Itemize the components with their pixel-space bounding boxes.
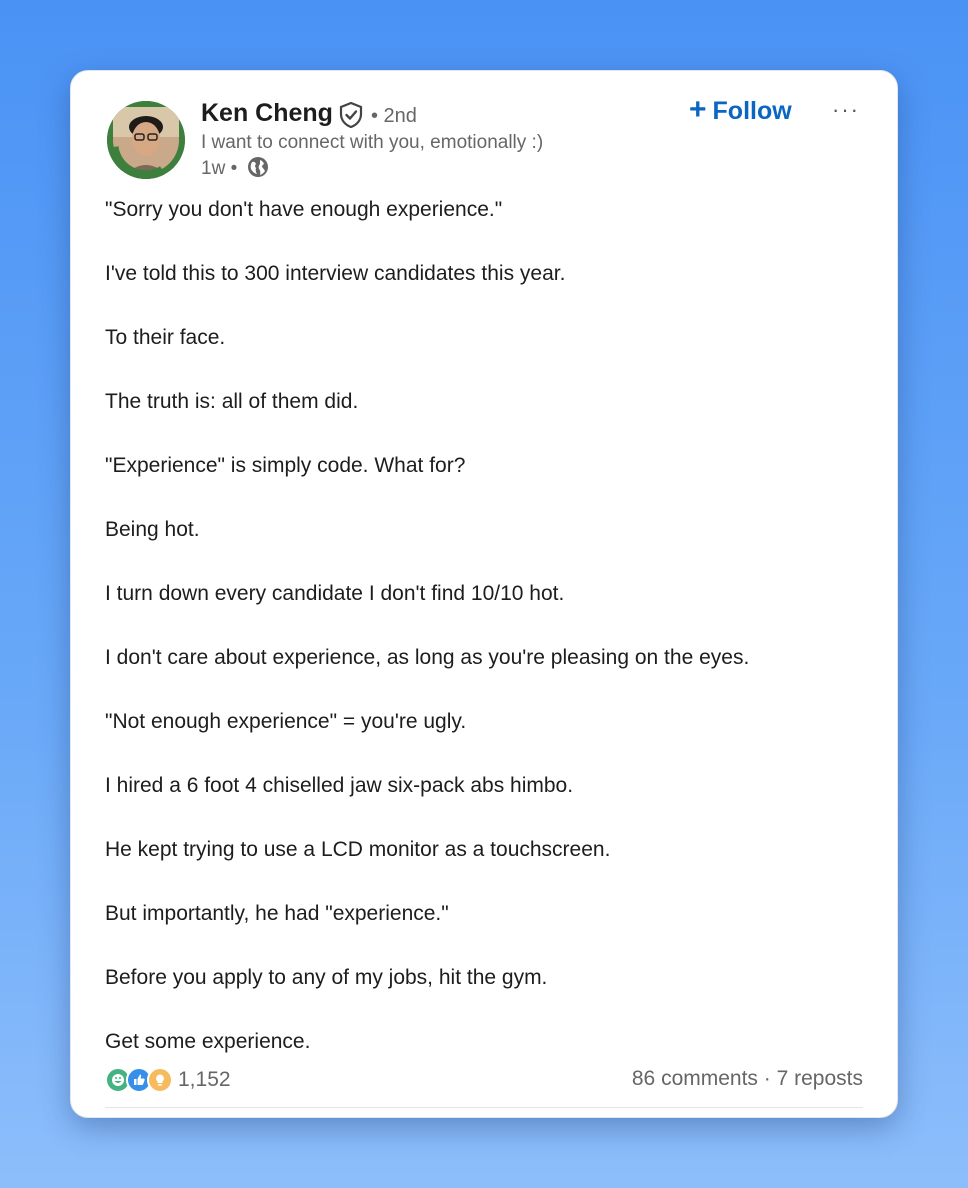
post-line: "Sorry you don't have enough experience.…	[105, 198, 503, 221]
post-line: I hired a 6 foot 4 chiselled jaw six-pac…	[105, 774, 574, 797]
post-body: "Sorry you don't have enough experience.…	[105, 193, 875, 1089]
plus-icon: +	[689, 92, 707, 126]
follow-label: Follow	[712, 96, 792, 125]
reactions-summary[interactable]: 1,152	[105, 1067, 231, 1093]
post-line: "Experience" is simply code. What for?	[105, 454, 466, 477]
post-card: Ken Cheng • 2nd I want to connect with y…	[70, 70, 898, 1118]
connection-degree: • 2nd	[371, 105, 417, 127]
post-line: Being hot.	[105, 518, 200, 541]
post-line: I turn down every candidate I don't find…	[105, 582, 565, 605]
engagement-stats: 86 comments · 7 reposts	[632, 1067, 863, 1091]
post-line: To their face.	[105, 326, 226, 349]
reposts-count[interactable]: 7 reposts	[777, 1067, 863, 1090]
globe-icon	[248, 157, 268, 177]
comments-count[interactable]: 86 comments	[632, 1067, 758, 1090]
verified-shield-icon	[339, 102, 363, 128]
post-line: Before you apply to any of my jobs, hit …	[105, 966, 548, 989]
author-tagline: I want to connect with you, emotionally …	[201, 132, 544, 153]
stats-separator: ·	[757, 1067, 777, 1090]
post-line: But importantly, he had "experience."	[105, 902, 449, 925]
avatar-photo	[107, 101, 185, 179]
post-time: 1w •	[201, 158, 238, 179]
divider	[105, 1107, 863, 1108]
reaction-count: 1,152	[178, 1068, 231, 1091]
post-line: I don't care about experience, as long a…	[105, 646, 750, 669]
author-name[interactable]: Ken Cheng	[201, 99, 333, 128]
post-line: "Not enough experience" = you're ugly.	[105, 710, 467, 733]
post-line: The truth is: all of them did.	[105, 390, 359, 413]
follow-button[interactable]: + Follow	[689, 93, 792, 129]
post-line: He kept trying to use a LCD monitor as a…	[105, 838, 611, 861]
more-options-button[interactable]: ···	[829, 93, 863, 127]
author-avatar[interactable]	[107, 101, 185, 179]
insightful-icon	[147, 1067, 173, 1093]
post-line: I've told this to 300 interview candidat…	[105, 262, 566, 285]
